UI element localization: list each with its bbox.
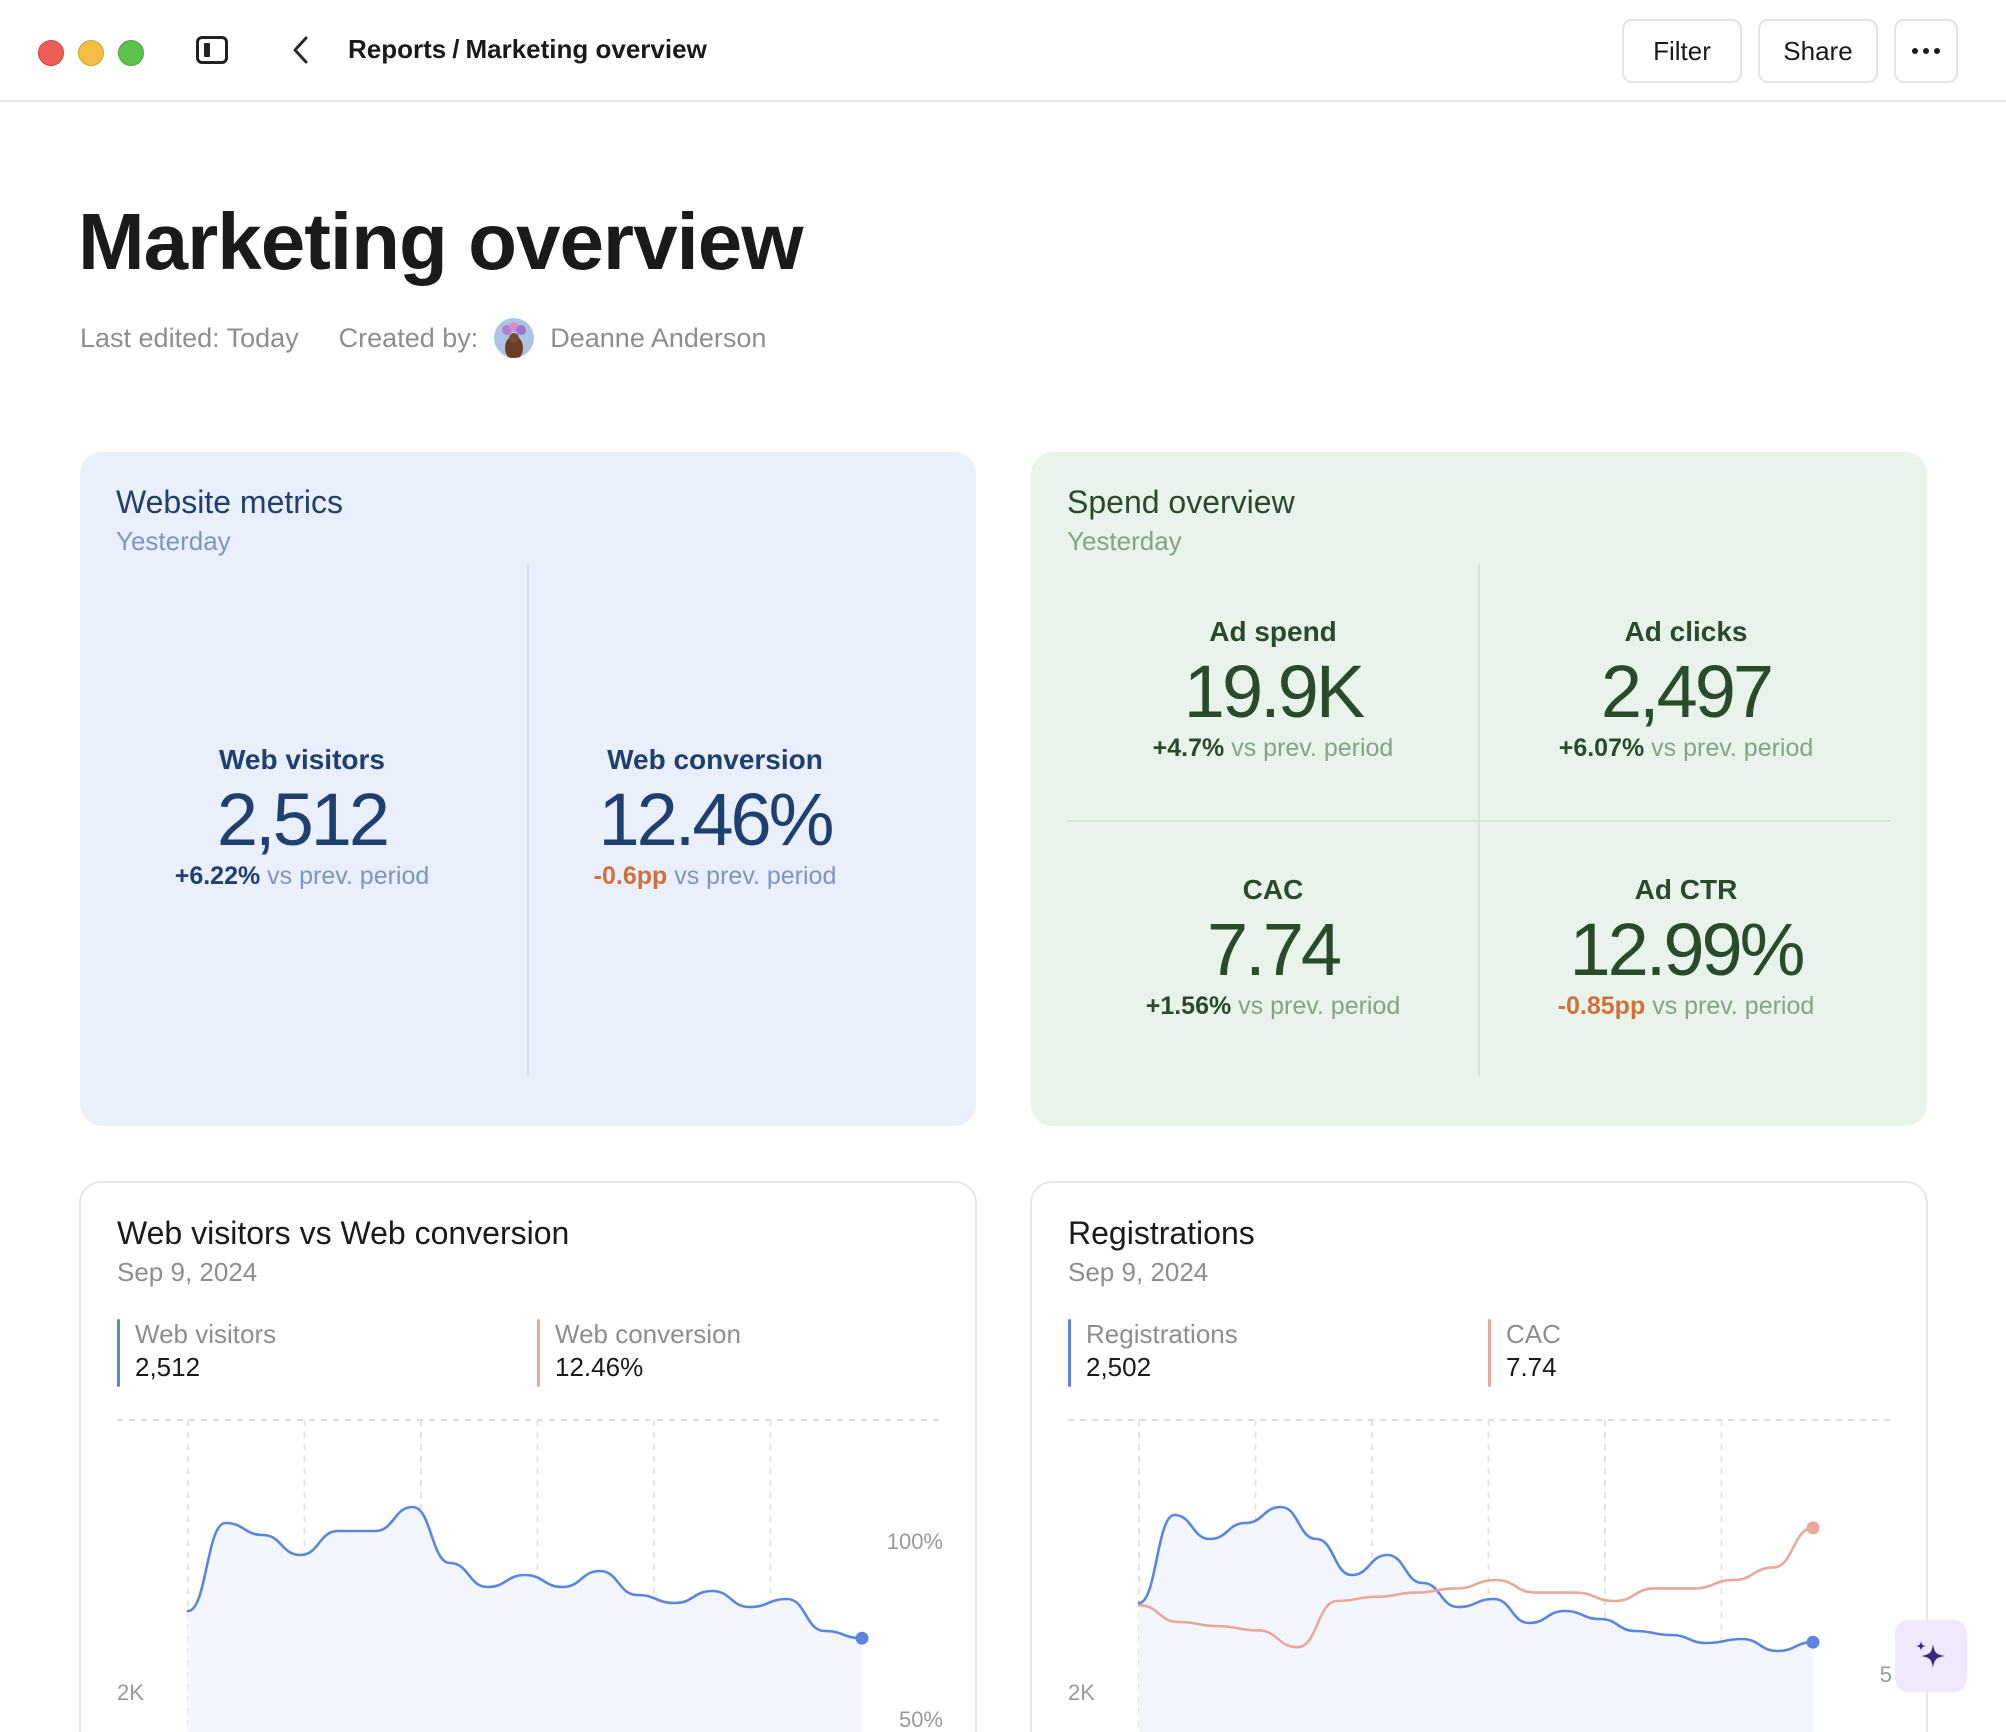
metric-value: 2,497 [1600, 650, 1774, 733]
metric-label: Ad spend [1209, 616, 1337, 647]
page-meta: Last edited: Today Created by: Deanne An… [80, 318, 766, 358]
metric-web-visitors: Web visitors 2,512 +6.22% vs prev. perio… [112, 744, 492, 891]
metric-delta: -0.6pp vs prev. period [525, 862, 905, 891]
y-axis-right-tick: 100% [887, 1529, 943, 1554]
metric-label: CAC [1242, 874, 1304, 905]
author-name[interactable]: Deanne Anderson [550, 323, 766, 354]
delta-value: -0.85pp [1557, 992, 1646, 1020]
line-chart[interactable]: 2K 5 [1032, 1183, 1928, 1732]
metric-cac: CAC 7.74 +1.56% vs prev. period [1083, 874, 1463, 1021]
metric-value: 12.99% [1569, 908, 1806, 991]
breadcrumb-separator: / [452, 34, 460, 64]
web-visitors-vs-conversion-chart-card[interactable]: Web visitors vs Web conversion Sep 9, 20… [79, 1181, 977, 1732]
sparkle-icon [1916, 1641, 1945, 1668]
metric-ad-clicks: Ad clicks 2,497 +6.07% vs prev. period [1496, 616, 1876, 763]
delta-value: +1.56% [1145, 992, 1232, 1020]
delta-suffix: vs prev. period [1231, 734, 1394, 762]
metric-value: 12.46% [598, 778, 835, 861]
breadcrumb-current: Marketing overview [465, 34, 707, 64]
spend-overview-card[interactable]: Spend overview Yesterday Ad spend 19.9K … [1031, 452, 1927, 1126]
metric-ad-spend: Ad spend 19.9K +4.7% vs prev. period [1083, 616, 1463, 763]
registrations-series-area [1139, 1507, 1813, 1732]
ellipsis-icon [1912, 48, 1940, 54]
delta-suffix: vs prev. period [1651, 734, 1814, 762]
avatar[interactable] [494, 318, 535, 358]
line-chart[interactable]: 2K 100% 50% [81, 1183, 977, 1732]
metric-web-conversion: Web conversion 12.46% -0.6pp vs prev. pe… [525, 744, 905, 891]
share-button[interactable]: Share [1758, 19, 1878, 83]
metric-value: 7.74 [1206, 908, 1342, 991]
back-chevron-icon[interactable] [286, 32, 316, 68]
breadcrumb-reports-link[interactable]: Reports [348, 34, 446, 64]
y-axis-left-tick: 2K [1068, 1680, 1095, 1705]
card-title: Spend overview [1067, 484, 1295, 520]
metric-value: 2,512 [216, 778, 390, 861]
metric-delta: +1.56% vs prev. period [1083, 992, 1463, 1021]
metric-label: Ad clicks [1624, 616, 1748, 647]
card-subtitle: Yesterday [116, 526, 231, 556]
metric-label: Ad CTR [1634, 874, 1738, 905]
created-by-label: Created by: [338, 322, 479, 353]
delta-suffix: vs prev. period [674, 862, 837, 890]
more-options-button[interactable] [1894, 19, 1958, 83]
ai-assistant-button[interactable] [1895, 1620, 1967, 1692]
web-visitors-series-last-point [855, 1631, 869, 1645]
y-axis-right-tick: 5 [1880, 1662, 1892, 1687]
card-title: Website metrics [116, 484, 344, 520]
website-metrics-card[interactable]: Website metrics Yesterday Web visitors 2… [80, 452, 976, 1126]
delta-value: -0.6pp [593, 862, 668, 890]
last-edited-text: Last edited: Today [80, 322, 299, 353]
sidebar-toggle-icon[interactable] [196, 36, 228, 64]
delta-suffix: vs prev. period [1652, 992, 1815, 1020]
window-minimize-button[interactable] [78, 40, 104, 66]
metric-delta: +6.07% vs prev. period [1496, 734, 1876, 763]
metric-label: Web conversion [607, 744, 823, 775]
breadcrumb: Reports / Marketing overview [348, 34, 707, 65]
cac-series-last-point [1806, 1521, 1820, 1535]
metric-delta: +4.7% vs prev. period [1083, 734, 1463, 763]
registrations-series-last-point [1806, 1635, 1820, 1649]
title-bar: Reports / Marketing overview Filter Share [0, 0, 2006, 102]
delta-value: +6.22% [174, 862, 261, 890]
card-subtitle: Yesterday [1067, 526, 1182, 556]
metric-delta: +6.22% vs prev. period [112, 862, 492, 891]
delta-suffix: vs prev. period [267, 862, 430, 890]
y-axis-left-tick: 2K [117, 1680, 144, 1705]
divider [1067, 820, 1891, 822]
plot-area [1068, 1419, 1894, 1732]
filter-button[interactable]: Filter [1622, 19, 1742, 83]
metric-value: 19.9K [1183, 650, 1365, 733]
plot-area [117, 1419, 943, 1732]
page-title: Marketing overview [78, 197, 803, 286]
delta-value: +4.7% [1152, 734, 1225, 762]
metric-label: Web visitors [219, 744, 385, 775]
metric-delta: -0.85pp vs prev. period [1496, 992, 1876, 1021]
web-visitors-series-area [188, 1507, 862, 1732]
delta-suffix: vs prev. period [1238, 992, 1401, 1020]
delta-value: +6.07% [1558, 734, 1645, 762]
y-axis-right-tick: 50% [899, 1707, 943, 1732]
window-close-button[interactable] [38, 40, 64, 66]
metric-ad-ctr: Ad CTR 12.99% -0.85pp vs prev. period [1496, 874, 1876, 1021]
registrations-chart-card[interactable]: Registrations Sep 9, 2024 Registrations … [1030, 1181, 1928, 1732]
window-zoom-button[interactable] [118, 40, 144, 66]
